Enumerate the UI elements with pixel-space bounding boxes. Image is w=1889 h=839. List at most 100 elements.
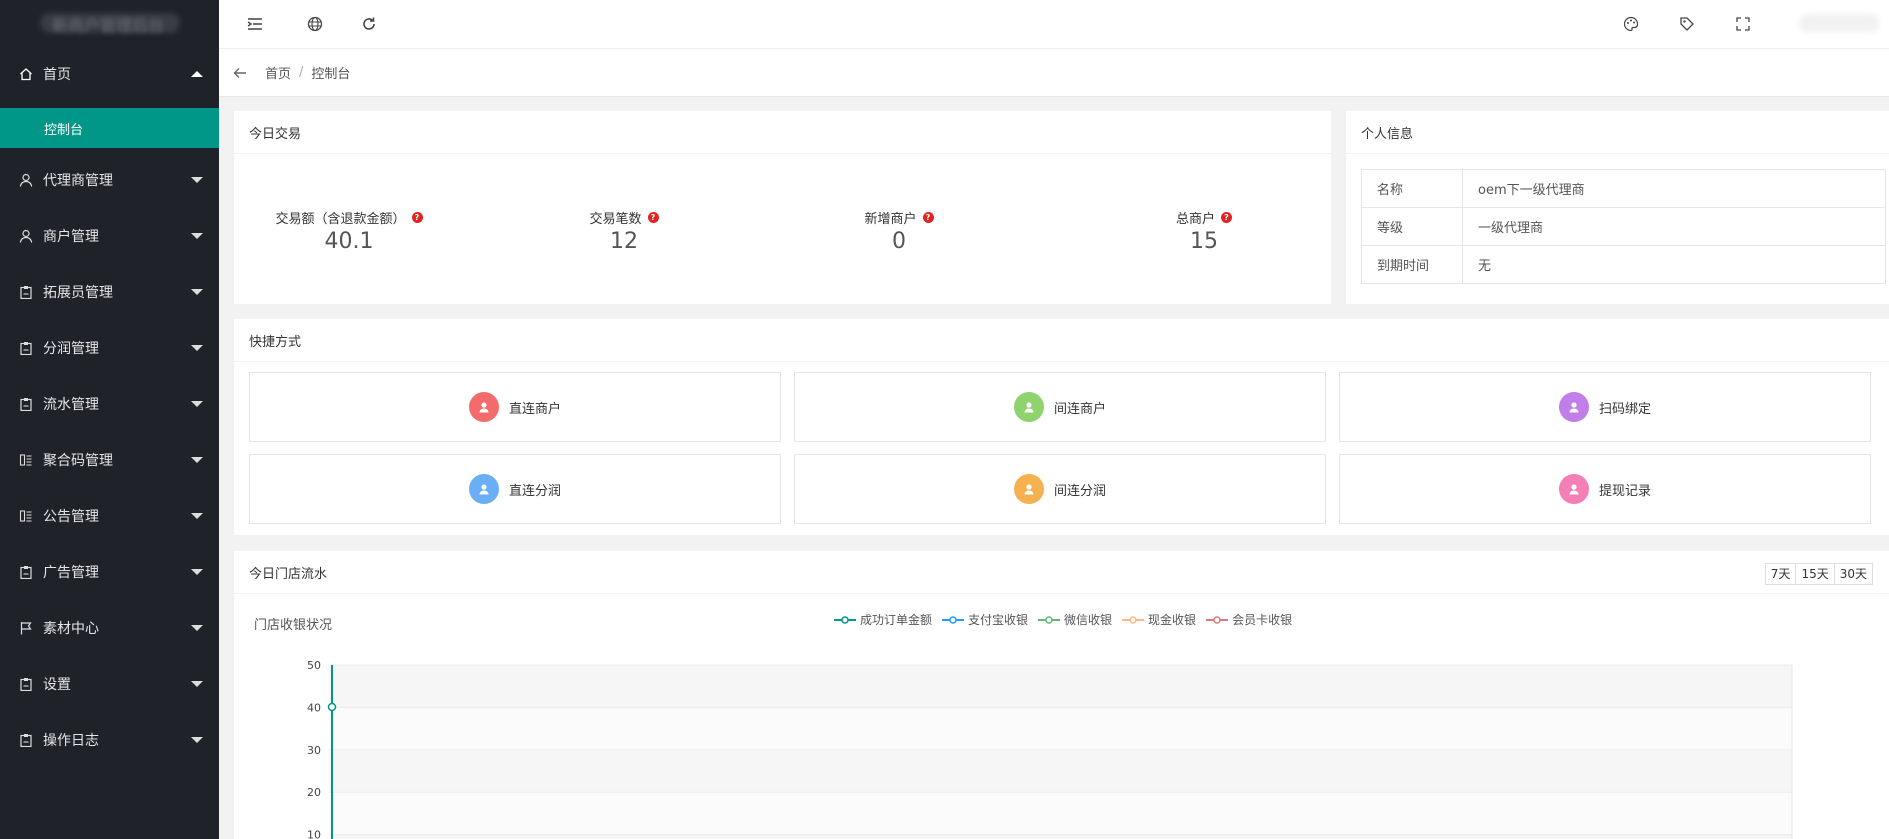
clipboard-icon xyxy=(19,677,33,691)
back-arrow-icon[interactable] xyxy=(233,67,247,79)
caret-down-icon xyxy=(191,401,203,407)
range-button[interactable]: 15天 xyxy=(1795,563,1835,585)
sidebar: 新商户管理后台 首页 代理商管理 商户管理 拓展员管理 分润管理 流水管理 聚合码管理 公告管… xyxy=(0,0,219,839)
sidebar-item[interactable]: 公告管理 xyxy=(0,488,219,544)
clipboard-icon xyxy=(19,565,33,579)
table-row: 名称 oem下一级代理商 xyxy=(1361,169,1886,208)
legend-item[interactable]: 会员卡收银 xyxy=(1206,611,1292,628)
legend-label: 微信收银 xyxy=(1064,613,1113,627)
grid-band xyxy=(329,834,1792,839)
person-icon xyxy=(468,392,499,422)
profile-value: 无 xyxy=(1462,245,1886,284)
legend-label: 成功订单金额 xyxy=(860,613,933,627)
sidebar-item-label: 操作日志 xyxy=(43,733,99,749)
profile-value: oem下一级代理商 xyxy=(1462,169,1886,208)
stat-item: 新增商户? 0 xyxy=(789,208,1009,254)
shortcut-button[interactable]: 提现记录 xyxy=(1339,454,1871,524)
legend-marker-icon xyxy=(1206,615,1229,624)
shortcuts-card: 快捷方式 直连商户 间连商户 扫码绑定直连分润 间连分润 提现记录 xyxy=(234,319,1889,535)
sidebar-item[interactable]: 素材中心 xyxy=(0,600,219,656)
help-icon[interactable]: ? xyxy=(922,212,934,223)
table-row: 等级 一级代理商 xyxy=(1361,207,1886,246)
sidebar-item[interactable]: 拓展员管理 xyxy=(0,264,219,320)
stat-label: 交易额（含退款金额） xyxy=(275,212,406,227)
shortcut-button[interactable]: 间连商户 xyxy=(794,372,1326,442)
today-trade-card: 今日交易 交易额（含退款金额）? 40.1 交易笔数? 12 新增商户? 0 总商户? 15 xyxy=(234,111,1331,304)
list-icon xyxy=(19,453,33,467)
sidebar-item[interactable]: 流水管理 xyxy=(0,376,219,432)
sidebar-item-label: 公告管理 xyxy=(43,509,99,525)
help-icon[interactable]: ? xyxy=(1221,212,1232,223)
legend-item[interactable]: 成功订单金额 xyxy=(834,611,932,628)
sidebar-item-label: 聚合码管理 xyxy=(43,453,113,469)
data-point[interactable] xyxy=(327,702,337,712)
legend-label: 现金收银 xyxy=(1148,613,1197,627)
card-title: 个人信息 xyxy=(1346,111,1889,154)
legend-item[interactable]: 支付宝收银 xyxy=(942,611,1028,628)
stat-label: 总商户 xyxy=(1175,212,1215,227)
caret-down-icon xyxy=(191,457,203,463)
user-menu[interactable] xyxy=(1799,14,1879,32)
tag-icon[interactable] xyxy=(1677,14,1697,34)
sidebar-item[interactable]: 广告管理 xyxy=(0,544,219,600)
theme-palette-icon[interactable] xyxy=(1621,14,1641,34)
sidebar-item-label: 控制台 xyxy=(44,122,84,138)
refresh-icon[interactable] xyxy=(359,14,379,34)
sidebar-item[interactable]: 商户管理 xyxy=(0,208,219,264)
sidebar-item[interactable]: 设置 xyxy=(0,656,219,712)
clipboard-icon xyxy=(19,733,33,747)
legend-item[interactable]: 微信收银 xyxy=(1038,611,1112,628)
shortcut-button[interactable]: 扫码绑定 xyxy=(1339,372,1871,442)
sidebar-item-label: 素材中心 xyxy=(43,621,99,637)
y-tick-label: 40 xyxy=(307,701,321,714)
caret-down-icon xyxy=(191,345,203,351)
globe-icon[interactable] xyxy=(305,14,325,34)
profile-table: 名称 oem下一级代理商 等级 一级代理商 到期时间无 xyxy=(1361,169,1886,284)
legend-marker-icon xyxy=(1122,615,1145,624)
sidebar-item[interactable]: 聚合码管理 xyxy=(0,432,219,488)
help-icon[interactable]: ? xyxy=(647,212,659,223)
stat-item: 交易笔数? 12 xyxy=(514,208,734,254)
grid-band xyxy=(329,749,1792,793)
sidebar-item[interactable]: 首页 xyxy=(0,46,219,102)
stat-value: 40.1 xyxy=(324,229,374,254)
menu-toggle-icon[interactable] xyxy=(245,14,265,34)
chart-title: 门店收银状况 xyxy=(254,618,333,633)
top-header xyxy=(219,0,1889,49)
person-icon xyxy=(468,474,499,504)
card-title: 快捷方式 xyxy=(234,319,1889,362)
legend-item[interactable]: 现金收银 xyxy=(1122,611,1196,628)
range-button[interactable]: 7天 xyxy=(1764,563,1797,585)
sidebar-item[interactable]: 操作日志 xyxy=(0,712,219,768)
clipboard-icon xyxy=(19,285,33,299)
user-icon xyxy=(19,229,33,243)
shortcut-button[interactable]: 直连商户 xyxy=(249,372,781,442)
y-tick-label: 30 xyxy=(307,744,321,757)
sidebar-item-label: 拓展员管理 xyxy=(43,285,113,301)
sidebar-item-label: 首页 xyxy=(43,67,71,83)
sidebar-item-dashboard[interactable]: 控制台 xyxy=(0,108,219,148)
caret-down-icon xyxy=(191,233,203,239)
help-icon[interactable]: ? xyxy=(411,212,423,223)
card-title: 今日交易 xyxy=(234,111,1331,154)
sidebar-item-label: 设置 xyxy=(43,677,71,693)
list-icon xyxy=(19,509,33,523)
profile-key: 名称 xyxy=(1361,169,1463,208)
sidebar-item[interactable]: 分润管理 xyxy=(0,320,219,376)
sidebar-item[interactable]: 代理商管理 xyxy=(0,152,219,208)
y-tick-label: 20 xyxy=(307,786,321,799)
range-button[interactable]: 30天 xyxy=(1833,563,1873,585)
profile-key: 到期时间 xyxy=(1361,245,1463,284)
chart-legend: 成功订单金额 支付宝收银 微信收银 现金收银 会员卡收银 xyxy=(834,611,1302,628)
fullscreen-icon[interactable] xyxy=(1733,14,1753,34)
sidebar-item-label: 流水管理 xyxy=(43,397,99,413)
card-title: 今日门店流水 xyxy=(234,551,1889,594)
caret-down-icon xyxy=(191,569,203,575)
caret-down-icon xyxy=(191,177,203,183)
caret-down-icon xyxy=(191,289,203,295)
breadcrumb-home[interactable]: 首页 xyxy=(265,63,291,82)
shortcut-label: 间连分润 xyxy=(1053,483,1106,499)
shortcut-button[interactable]: 直连分润 xyxy=(249,454,781,524)
shortcut-button[interactable]: 间连分润 xyxy=(794,454,1326,524)
caret-down-icon xyxy=(191,625,203,631)
